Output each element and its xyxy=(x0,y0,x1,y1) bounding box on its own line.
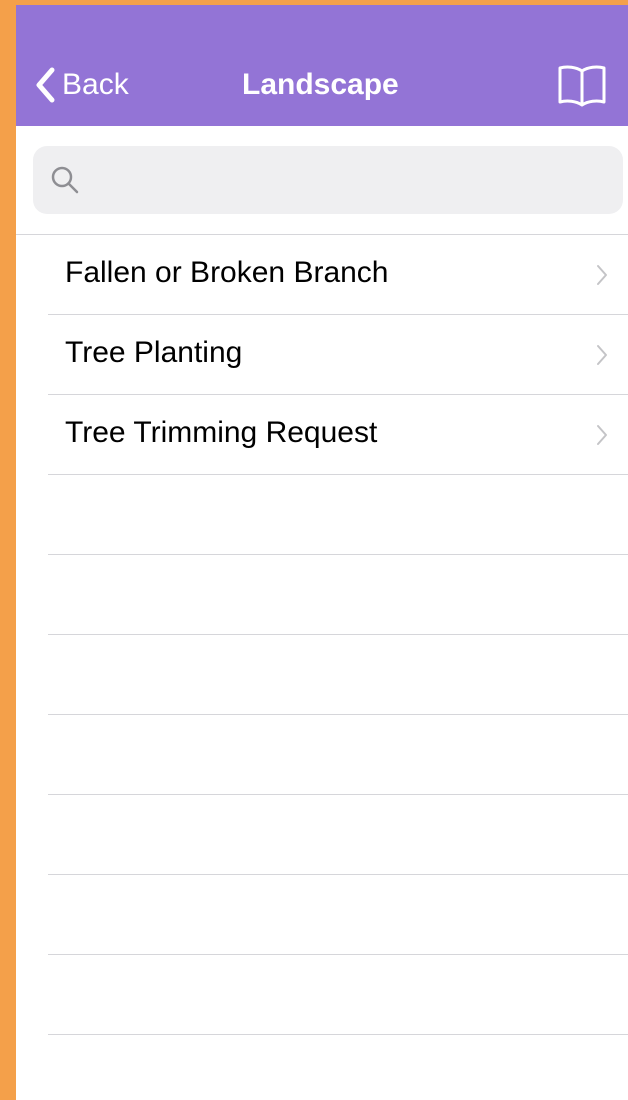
back-button[interactable]: Back xyxy=(34,65,129,105)
empty-row xyxy=(16,955,628,1035)
frame-left-border xyxy=(0,0,16,1100)
empty-row xyxy=(16,635,628,715)
empty-row xyxy=(16,795,628,875)
chevron-right-icon xyxy=(597,425,607,445)
list-item-label: Fallen or Broken Branch xyxy=(65,256,389,289)
app-screen: Back Landscape Fallen or Broken Branch T… xyxy=(0,0,628,1100)
list-item-fallen-or-broken-branch[interactable]: Fallen or Broken Branch xyxy=(16,235,628,315)
empty-row xyxy=(16,1035,628,1100)
search-bar xyxy=(16,126,628,234)
list-item-label: Tree Trimming Request xyxy=(65,416,378,449)
list-item-tree-trimming-request[interactable]: Tree Trimming Request xyxy=(16,395,628,475)
page-title: Landscape xyxy=(242,68,399,101)
navigation-bar: Back Landscape xyxy=(16,5,628,126)
empty-row xyxy=(16,555,628,635)
list-item-label: Tree Planting xyxy=(65,336,243,369)
book-button[interactable] xyxy=(556,63,608,107)
book-icon xyxy=(558,65,606,107)
empty-row xyxy=(16,475,628,555)
back-button-label: Back xyxy=(62,68,129,101)
list-item-tree-planting[interactable]: Tree Planting xyxy=(16,315,628,395)
category-list: Fallen or Broken Branch Tree Planting Tr… xyxy=(16,234,628,1100)
chevron-left-icon xyxy=(36,67,55,103)
chevron-right-icon xyxy=(597,345,607,365)
empty-row xyxy=(16,875,628,955)
chevron-right-icon xyxy=(597,265,607,285)
search-input[interactable] xyxy=(90,149,614,211)
search-icon xyxy=(51,166,79,194)
empty-row xyxy=(16,715,628,795)
search-field[interactable] xyxy=(33,146,623,214)
